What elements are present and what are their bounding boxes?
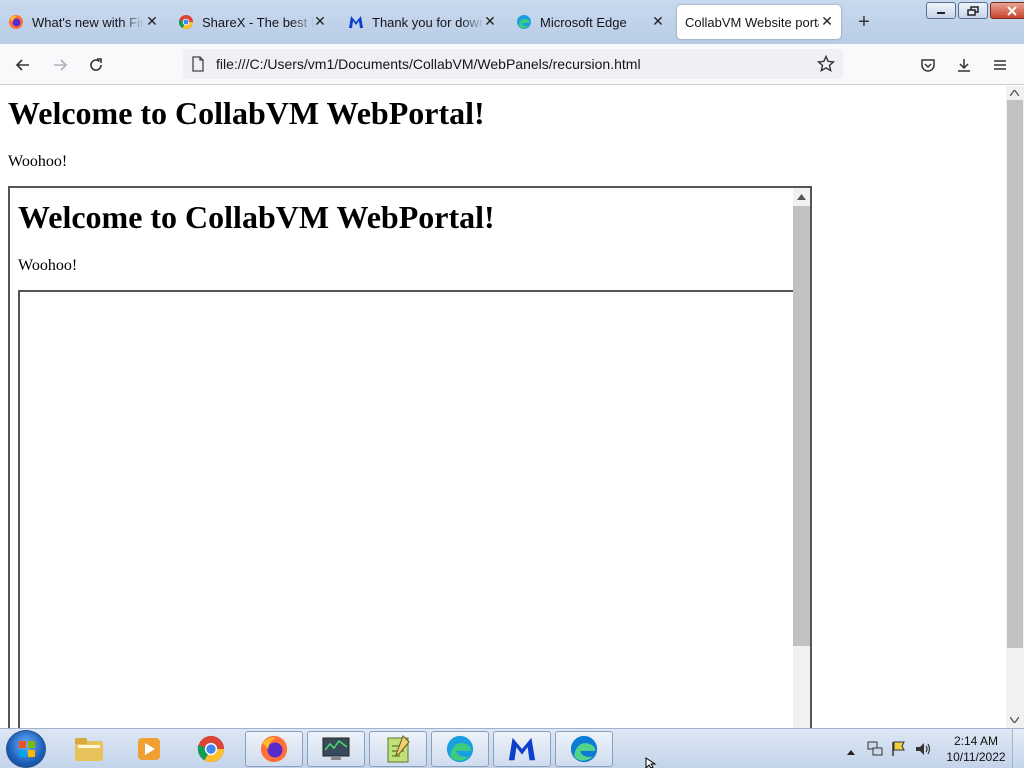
frame-scrollbar-thumb[interactable] [793,206,810,646]
address-bar[interactable]: file:///C:/Users/vm1/Documents/CollabVM/… [183,49,843,79]
volume-icon[interactable] [914,740,932,763]
action-center-flag-icon[interactable] [890,740,908,763]
firefox-icon[interactable] [245,731,303,767]
tab-whats-new[interactable]: What's new with Firef ✕ [0,5,166,39]
show-desktop-button[interactable] [1012,729,1024,768]
new-tab-button[interactable]: + [854,12,874,32]
back-arrow-icon [15,59,29,71]
frame-heading: Welcome to CollabVM WebPortal! [18,199,495,235]
navigation-toolbar: file:///C:/Users/vm1/Documents/CollabVM/… [0,44,1024,85]
close-tab-icon[interactable]: ✕ [312,13,328,29]
page-viewport: Welcome to CollabVM WebPortal! Woohoo! W… [0,86,1006,728]
show-hidden-icons-icon[interactable] [846,743,856,761]
edge-new-icon[interactable] [555,731,613,767]
forward-arrow-icon [54,59,68,71]
window-controls [924,2,1024,19]
close-window-button[interactable] [990,2,1024,19]
page-scrollbar[interactable] [1006,86,1024,728]
frame-text: Woohoo! [18,257,78,274]
frame-scrollbar[interactable] [793,188,810,728]
tab-title: CollabVM Website portal [685,14,819,30]
close-icon [1006,5,1017,16]
edge-icon [516,14,532,30]
start-button[interactable] [6,730,46,768]
malwarebytes-icon [348,14,364,30]
close-tab-icon[interactable]: ✕ [144,13,160,29]
restore-icon [967,5,979,16]
windows-logo-icon [19,741,35,757]
embedded-frame[interactable]: Welcome to CollabVM WebPortal! Woohoo! [8,186,812,728]
tab-sharex[interactable]: ShareX - The best free ✕ [170,5,334,39]
page-scrollbar-thumb[interactable] [1007,100,1023,648]
tab-malwarebytes[interactable]: Thank you for downl ✕ [340,5,504,39]
chrome-icon [178,14,194,30]
clock-time: 2:14 AM [953,734,999,748]
menu-button[interactable] [987,52,1013,78]
bookmark-star-icon[interactable] [816,54,836,78]
scroll-up-icon[interactable] [793,190,810,204]
page-icon [191,56,205,77]
tab-title: ShareX - The best free [202,14,314,30]
minimize-icon [937,11,945,14]
tab-title: Thank you for downl [372,14,484,30]
downloads-button[interactable] [951,52,977,78]
task-manager-icon[interactable] [307,731,365,767]
close-tab-icon[interactable]: ✕ [482,13,498,29]
pocket-button[interactable] [915,52,941,78]
firefox-icon [8,14,24,30]
tab-title: What's new with Firef [32,14,144,30]
scroll-up-icon[interactable] [1006,86,1023,100]
download-icon [958,59,970,72]
page-heading: Welcome to CollabVM WebPortal! [8,95,485,131]
scroll-down-icon[interactable] [1006,713,1023,727]
forward-button[interactable] [47,52,73,78]
tab-microsoft-edge[interactable]: Microsoft Edge ✕ [508,5,672,39]
edge-icon[interactable] [431,731,489,767]
mouse-cursor-icon [645,756,657,768]
notepad-icon[interactable] [369,731,427,767]
taskbar: 2:14 AM 10/11/2022 [0,728,1024,768]
back-button[interactable] [10,52,36,78]
pocket-icon [921,59,935,72]
hamburger-menu-icon [994,60,1006,70]
reload-icon [90,58,102,71]
restore-button[interactable] [958,2,988,19]
page-text: Woohoo! [8,153,68,170]
reload-button[interactable] [83,52,109,78]
tab-collabvm[interactable]: CollabVM Website portal ✕ [677,5,841,39]
close-tab-icon[interactable]: ✕ [819,13,835,29]
close-tab-icon[interactable]: ✕ [650,13,666,29]
tab-title: Microsoft Edge [540,14,627,30]
explorer-icon[interactable] [60,731,118,767]
nested-embedded-frame[interactable] [18,290,798,728]
media-player-icon[interactable] [120,731,178,767]
chrome-icon[interactable] [182,731,240,767]
clock-date: 10/11/2022 [946,750,1006,764]
malwarebytes-icon[interactable] [493,731,551,767]
url-text: file:///C:/Users/vm1/Documents/CollabVM/… [216,56,641,72]
tab-strip: What's new with Firef ✕ ShareX - The bes… [0,0,1024,44]
minimize-button[interactable] [926,2,956,19]
clock[interactable]: 2:14 AM 10/11/2022 [936,733,1016,765]
network-icon[interactable] [866,740,884,763]
